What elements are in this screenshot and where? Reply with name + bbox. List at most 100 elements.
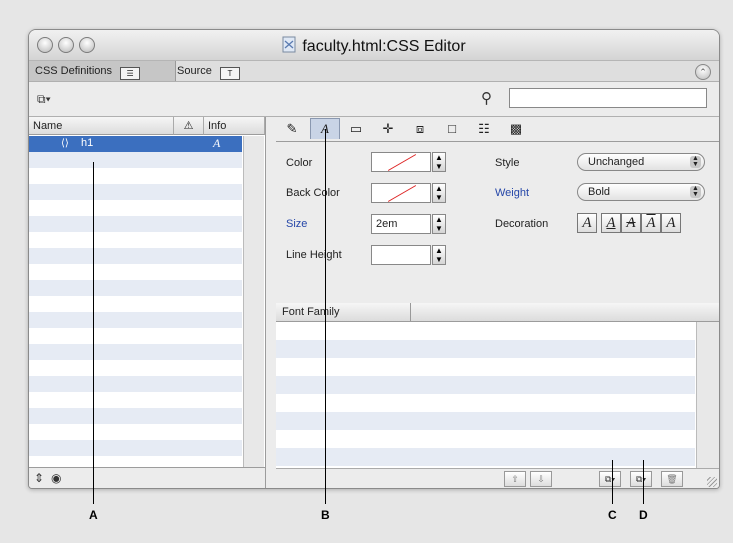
callout-label-a: A [89,508,98,522]
list-item[interactable] [29,360,242,376]
list-item[interactable] [29,296,242,312]
list-item[interactable] [29,248,242,264]
popup-arrows-icon: ▲ ▼ [690,185,701,198]
list-item[interactable] [29,280,242,296]
css-editor-window: faculty.html:CSS Editor CSS Definitions … [28,29,720,489]
add-font-button[interactable]: ⧉▾ [599,471,621,487]
list-item[interactable]: ⟨⟩ h1 A [29,136,242,152]
list-icon: ☰ [120,67,141,80]
rule-list-scrollbar[interactable] [243,136,264,467]
size-stepper[interactable]: ▲ ▼ [432,214,446,234]
color-well[interactable] [371,152,431,172]
list-item[interactable] [29,216,242,232]
decoration-blink-button[interactable]: A [661,213,681,233]
list-item[interactable] [29,312,242,328]
list-item[interactable] [276,358,695,376]
tab-list[interactable]: ☷ [470,119,498,139]
font-info-icon: A [213,136,221,150]
move-up-button[interactable]: ⇧ [504,471,526,487]
column-header-name[interactable]: Name [29,117,174,135]
font-family-header[interactable]: Font Family [276,303,719,322]
tab-border[interactable]: □ [438,119,466,139]
list-item[interactable] [29,152,242,168]
decoration-strikethrough-button[interactable]: A [621,213,641,233]
list-item[interactable] [29,168,242,184]
tab-label: CSS Definitions [35,65,113,77]
tab-pencil[interactable]: ✎ [278,119,306,139]
style-label: Style [495,157,520,169]
move-down-button[interactable]: ⇩ [530,471,552,487]
list-item[interactable] [29,376,242,392]
tab-position[interactable]: ✛ [374,119,402,139]
column-divider [410,303,411,321]
style-value: Unchanged [588,156,645,168]
decoration-underline-button[interactable]: A [601,213,621,233]
column-header-info[interactable]: Info [204,117,265,135]
font-family-scrollbar[interactable] [696,322,719,468]
list-item[interactable] [29,328,242,344]
rule-rows: ⟨⟩ h1 A [29,136,242,456]
size-label: Size [286,218,308,230]
toolbar: ⧉▾ ⚲ [29,82,719,117]
list-item[interactable] [29,184,242,200]
rule-list: Name ⚠ Info ⟨⟩ h1 A [29,117,266,467]
decoration-label: Decoration [495,218,549,230]
font-set-icon: ⧉▾ [635,474,647,484]
tab-css-definitions[interactable]: CSS Definitions ☰ [29,61,176,81]
callout-line-a [93,162,94,504]
back-color-well[interactable] [371,183,431,203]
list-item[interactable] [29,408,242,424]
color-stepper[interactable]: ▲ ▼ [432,152,446,172]
eye-icon[interactable]: ◉ [51,471,61,485]
property-category-tabs: ✎ A ▭ ✛ ⧈ □ ☷ ▩ [276,117,719,142]
list-item[interactable] [276,394,695,412]
list-item[interactable] [29,232,242,248]
list-item[interactable] [276,322,695,340]
line-height-stepper[interactable]: ▲ ▼ [432,245,446,265]
line-height-field[interactable] [371,245,431,265]
tag-icon: ⟨⟩ [61,138,69,149]
list-item[interactable] [276,412,695,430]
list-item[interactable] [276,340,695,358]
callout-line-c [612,460,613,504]
color-label: Color [286,157,313,169]
callout-label-d: D [639,508,648,522]
list-item[interactable] [29,440,242,456]
toolbar-toggle-icon[interactable]: ⌃ [695,64,711,80]
list-item[interactable] [29,344,242,360]
list-item[interactable] [29,200,242,216]
list-item[interactable] [29,392,242,408]
sort-icon[interactable]: ⇕ [34,471,44,485]
new-style-icon[interactable]: ⧉▾ [37,92,51,107]
move-icon: ✛ [382,121,394,136]
search-input[interactable] [509,88,707,108]
list-item[interactable] [276,430,695,448]
pencil-icon: ✎ [286,121,298,136]
style-popup[interactable]: Unchanged ▲ ▼ [577,153,705,171]
add-font-set-button[interactable]: ⧉▾ [630,471,652,487]
column-label: Info [208,120,227,132]
popup-arrows-icon: ▲ ▼ [690,155,701,168]
column-header-warning[interactable]: ⚠ [174,117,204,135]
search-icon[interactable]: ⚲ [481,89,492,107]
list-item[interactable] [276,448,695,466]
layout-icon: ⧈ [415,121,425,136]
back-color-stepper[interactable]: ▲ ▼ [432,183,446,203]
font-family-list: Font Family [276,303,719,468]
tab-more[interactable]: ▩ [502,119,530,139]
weight-popup[interactable]: Bold ▲ ▼ [577,183,705,201]
back-color-label: Back Color [286,187,340,199]
decoration-overline-button[interactable]: A [641,213,661,233]
tab-layout[interactable]: ⧈ [406,119,434,139]
tab-background[interactable]: ▭ [342,119,370,139]
resize-grip-icon[interactable] [707,477,717,487]
list-item[interactable] [29,424,242,440]
decoration-none-button[interactable]: A [577,213,597,233]
delete-font-button[interactable]: 🗑 [661,471,683,487]
weight-label: Weight [495,187,530,199]
callout-label-b: B [321,508,330,522]
list-item[interactable] [29,264,242,280]
tab-source[interactable]: Source T [171,61,267,81]
size-field[interactable]: 2em [371,214,431,234]
list-item[interactable] [276,376,695,394]
